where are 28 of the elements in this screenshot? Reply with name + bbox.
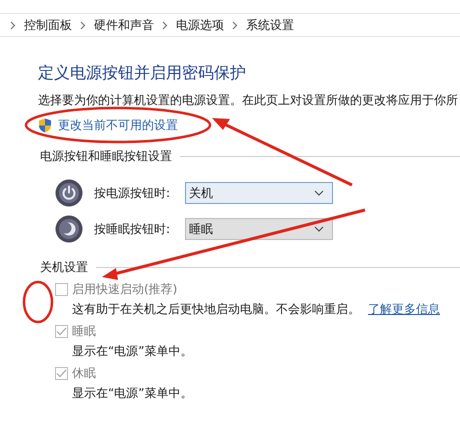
shield-icon <box>38 118 52 133</box>
breadcrumb-item[interactable]: 电源选项 <box>176 16 224 34</box>
option-description: 这有助于在关机之后更快地启动电脑。不会影响重启。 <box>72 302 360 316</box>
setting-label: 按睡眠按钮时: <box>94 220 172 238</box>
group-heading: 关机设置 <box>40 259 88 276</box>
chevron-icon <box>232 20 238 30</box>
page-title: 定义电源按钮并启用密码保护 <box>38 63 247 84</box>
chevron-icon <box>10 20 16 30</box>
option-description: 显示在“电源”菜单中。 <box>72 344 192 358</box>
moon-icon <box>55 215 83 243</box>
annotation-ellipse <box>22 280 54 324</box>
chevron-icon <box>162 20 168 30</box>
option-label: 休眠 <box>72 365 96 382</box>
group-heading: 电源按钮和睡眠按钮设置 <box>40 148 172 165</box>
change-settings-link[interactable]: 更改当前不可用的设置 <box>58 117 178 134</box>
option-description: 显示在“电源”菜单中。 <box>72 386 192 400</box>
chevron-icon <box>80 20 86 30</box>
caret-icon <box>314 226 324 232</box>
dropdown[interactable]: 关机 <box>185 182 333 204</box>
option-label: 启用快速启动(推荐) <box>72 281 178 298</box>
breadcrumb-item[interactable]: 系统设置 <box>246 16 294 34</box>
breadcrumb-item[interactable]: 控制面板 <box>24 16 72 34</box>
power-icon <box>55 179 83 207</box>
option-label: 睡眠 <box>72 323 96 340</box>
description-text: 选择要为你的计算机设置的电源设置。在此页上对设置所做的更改将应用于你所 <box>38 92 459 109</box>
setting-label: 按电源按钮时: <box>94 184 172 202</box>
breadcrumb-item[interactable]: 硬件和声音 <box>94 16 154 34</box>
caret-icon <box>314 190 324 196</box>
